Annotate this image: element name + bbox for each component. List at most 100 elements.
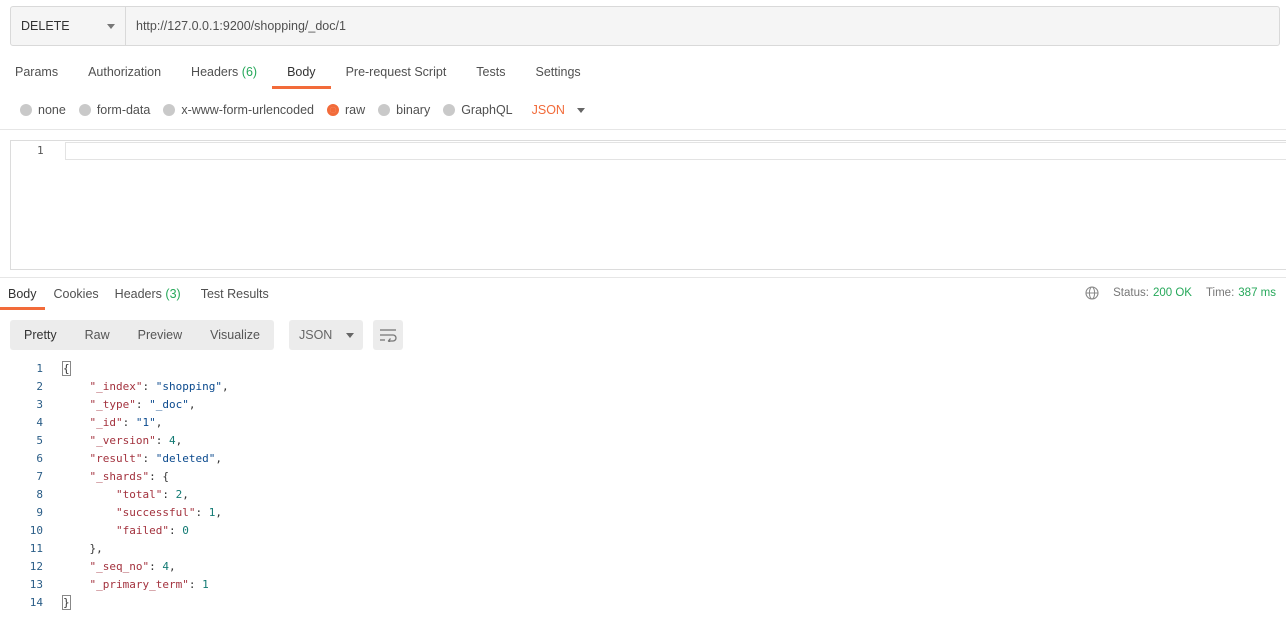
line-number: 2 <box>36 380 43 393</box>
code-text: } <box>62 594 71 612</box>
tab-headers[interactable]: Headers (6) <box>176 58 272 90</box>
tab-label: Body <box>287 65 316 79</box>
code-token: : <box>162 488 176 501</box>
radio-label: binary <box>396 103 431 117</box>
request-url-bar: DELETE http://127.0.0.1:9200/shopping/_d… <box>10 6 1280 46</box>
code-text: "_id": "1", <box>63 414 163 432</box>
code-token: "_primary_term" <box>89 578 189 591</box>
chevron-down-icon <box>346 332 355 338</box>
code-token: : <box>142 452 156 465</box>
url-input[interactable]: http://127.0.0.1:9200/shopping/_doc/1 <box>126 7 1279 45</box>
radio-x-www-form-urlencoded[interactable]: x-www-form-urlencoded <box>163 103 314 117</box>
code-text: { <box>62 360 71 378</box>
globe-icon[interactable] <box>1085 286 1099 300</box>
code-text: "_type": "_doc", <box>63 396 196 414</box>
radio-binary[interactable]: binary <box>378 103 430 117</box>
divider <box>0 129 1286 130</box>
time-value[interactable]: 387 ms <box>1238 287 1276 299</box>
tab-label: Settings <box>535 65 581 79</box>
tab-authorization[interactable]: Authorization <box>73 58 176 90</box>
tab-label: Headers <box>114 287 162 301</box>
code-token: 4 <box>162 560 169 573</box>
tab-label: Headers <box>191 65 239 79</box>
response-tab-headers[interactable]: Headers (3) <box>107 280 189 310</box>
code-token: : { <box>149 470 169 483</box>
line-number: 14 <box>29 596 43 609</box>
response-tabs: Body Cookies Headers (3) Test Results <box>0 280 277 310</box>
radio-circle[interactable] <box>327 104 339 116</box>
tab-label: Tests <box>476 65 506 79</box>
line-number: 1 <box>36 362 43 375</box>
view-raw-button[interactable]: Raw <box>71 320 124 350</box>
wrap-lines-button[interactable] <box>373 320 403 350</box>
code-text: "_primary_term": 1 <box>63 576 209 594</box>
code-token: "1" <box>135 416 156 429</box>
tab-count: (6) <box>241 65 258 79</box>
radio-raw[interactable]: raw <box>327 103 365 117</box>
radio-none[interactable]: none <box>20 103 66 117</box>
wrap-icon <box>380 329 397 342</box>
code-token: "failed" <box>115 524 169 537</box>
status-value[interactable]: 200 OK <box>1153 287 1192 299</box>
active-line <box>65 142 1286 160</box>
body-type-options: none form-data x-www-form-urlencoded raw bin… <box>20 100 585 120</box>
tab-pre-request-script[interactable]: Pre-request Script <box>331 58 462 90</box>
code-text: "result": "deleted", <box>63 450 222 468</box>
code-text: "failed": 0 <box>63 522 189 540</box>
code-token: 4 <box>168 434 176 447</box>
view-preview-button[interactable]: Preview <box>124 320 196 350</box>
line-number: 11 <box>29 542 43 555</box>
url-text: http://127.0.0.1:9200/shopping/_doc/1 <box>136 19 346 33</box>
radio-circle[interactable] <box>443 104 456 116</box>
code-token: "_index" <box>89 380 143 393</box>
code-token: "result" <box>89 452 143 465</box>
view-visualize-button[interactable]: Visualize <box>196 320 274 350</box>
request-body-editor[interactable]: 1 <box>10 140 1286 270</box>
time-label: Time: <box>1205 287 1235 299</box>
tab-label: Cookies <box>53 287 99 301</box>
code-token: , <box>221 380 229 393</box>
raw-format-label: JSON <box>531 103 565 117</box>
response-tab-cookies[interactable]: Cookies <box>46 280 107 310</box>
radio-circle[interactable] <box>378 104 391 116</box>
radio-form-data[interactable]: form-data <box>78 103 151 117</box>
radio-label: x-www-form-urlencoded <box>181 103 314 117</box>
tab-body[interactable]: Body <box>272 58 331 90</box>
tab-tests[interactable]: Tests <box>461 58 520 90</box>
tab-label: Test Results <box>200 287 269 301</box>
view-pretty-button[interactable]: Pretty <box>10 320 71 350</box>
code-token: { <box>62 361 71 376</box>
radio-label: form-data <box>96 103 151 117</box>
line-number: 7 <box>36 470 43 483</box>
tab-label: Authorization <box>88 65 162 79</box>
code-token: , <box>155 416 163 429</box>
tab-params[interactable]: Params <box>0 58 73 90</box>
response-format-select[interactable]: JSON <box>289 320 363 350</box>
code-text: "_index": "shopping", <box>63 378 229 396</box>
code-text: }, <box>63 540 103 558</box>
method-select[interactable]: DELETE <box>11 7 126 45</box>
tab-settings[interactable]: Settings <box>520 58 595 90</box>
line-number: 3 <box>36 398 43 411</box>
response-tab-test-results[interactable]: Test Results <box>193 280 277 310</box>
response-format-label: JSON <box>299 328 333 342</box>
code-text: "successful": 1, <box>63 504 222 522</box>
code-text: "_seq_no": 4, <box>63 558 176 576</box>
radio-circle[interactable] <box>20 104 32 116</box>
line-number: 1 <box>37 144 44 157</box>
raw-format-select[interactable]: JSON <box>532 103 585 117</box>
chevron-down-icon <box>107 24 115 29</box>
code-token: "_doc" <box>149 398 189 411</box>
tab-label: Body <box>8 287 37 301</box>
radio-circle[interactable] <box>163 104 176 116</box>
response-status: Status: 200 OK Time: 387 ms <box>1085 286 1276 300</box>
radio-circle[interactable] <box>78 104 91 116</box>
code-token: , <box>168 560 176 573</box>
code-token: } <box>62 595 71 610</box>
response-tab-body[interactable]: Body <box>0 280 45 310</box>
radio-graphql[interactable]: GraphQL <box>443 103 513 117</box>
line-number: 8 <box>36 488 43 501</box>
code-token: "deleted" <box>155 452 216 465</box>
tab-label: Params <box>15 65 59 79</box>
code-token: : <box>122 416 136 429</box>
